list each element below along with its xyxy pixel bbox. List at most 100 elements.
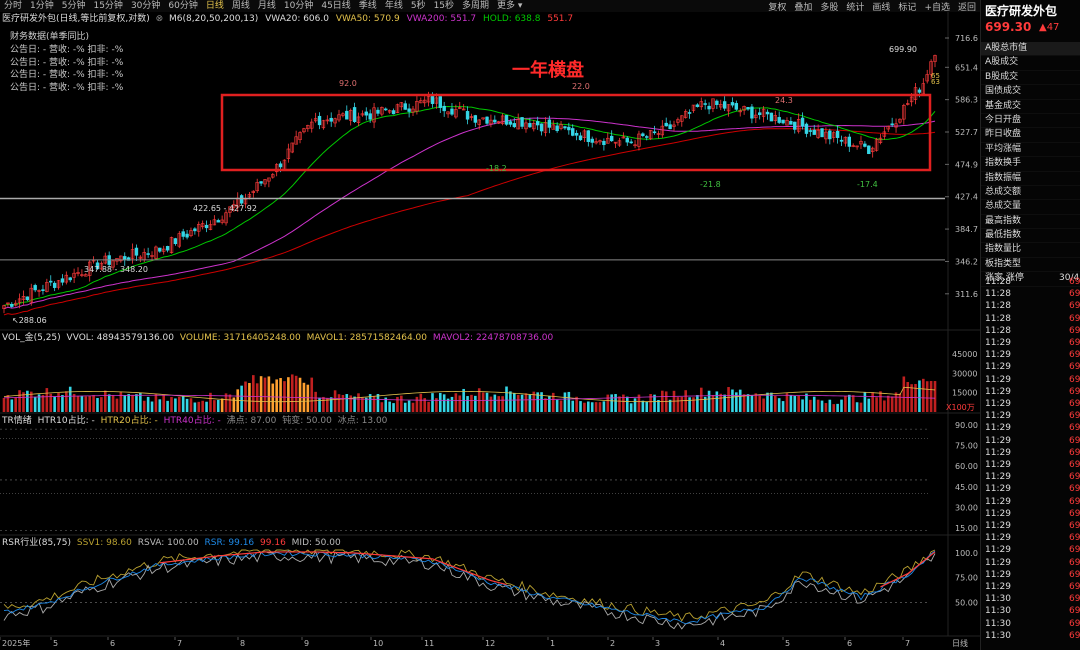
tr-header: TR情绪 HTR10占比: - HTR20占比: - HTR40占比: - 沸点… <box>2 416 387 427</box>
tick-time: 11:29 <box>985 496 1011 507</box>
candle-body <box>563 126 567 129</box>
x-axis-label: 11 <box>424 639 434 648</box>
volume-bar <box>894 392 898 412</box>
stat-item[interactable]: 板指类型 <box>981 258 1080 273</box>
range-annotation: 一年横盘 <box>512 60 584 81</box>
tick-time: 11:29 <box>985 447 1011 458</box>
tick-row: 11:29 69 <box>981 338 1080 350</box>
stat-item[interactable]: 平均涨幅 <box>981 143 1080 158</box>
volume-bar <box>170 397 173 412</box>
stat-item[interactable]: 昨日收盘 <box>981 128 1080 143</box>
stat-item[interactable]: 最低指数 <box>981 229 1080 244</box>
candle-body <box>384 108 388 111</box>
candle-body <box>765 111 770 115</box>
volume-bar <box>88 395 91 412</box>
tick-row: 11:28 69 <box>981 314 1080 326</box>
tick-time: 11:29 <box>985 435 1011 446</box>
volume-bar <box>727 387 730 412</box>
volume-bar <box>10 399 14 412</box>
volume-value: VOLUME: 31716405248.00 <box>179 333 301 343</box>
volume-bar <box>372 396 376 412</box>
volume-bar <box>115 398 119 412</box>
volume-bar <box>252 375 255 412</box>
ssv1-line <box>3 549 936 622</box>
volume-bar <box>883 400 886 412</box>
volume-bar <box>185 398 189 412</box>
volume-bar <box>587 401 590 412</box>
vol-axis-label: 30000 <box>952 369 977 378</box>
tick-price: 69 <box>1069 399 1080 409</box>
volume-bar <box>61 395 64 412</box>
stat-item[interactable]: 指数量比 <box>981 243 1080 258</box>
tick-time: 11:29 <box>985 521 1011 531</box>
volume-bar <box>166 400 169 412</box>
candle-body <box>793 121 797 130</box>
tick-row: 11:29 69 <box>981 387 1080 399</box>
volume-bar <box>72 393 76 412</box>
rsr-axis-label: 50.00 <box>955 598 978 607</box>
volume-bar <box>18 390 21 412</box>
stat-item[interactable]: 总成交额 <box>981 186 1080 201</box>
stat-item[interactable]: 指数换手 <box>981 157 1080 172</box>
volume-bar <box>213 400 216 412</box>
volume-bar <box>625 396 629 412</box>
tick-price: 69 <box>1069 460 1080 470</box>
tick-time: 11:30 <box>985 630 1011 641</box>
candle-body <box>134 247 139 256</box>
tick-price: 69 <box>1069 447 1080 458</box>
tick-row: 11:29 69 <box>981 399 1080 411</box>
volume-bar <box>641 400 645 412</box>
tick-price: 69 <box>1069 594 1080 605</box>
candle-body <box>485 116 489 124</box>
candle-body <box>847 136 852 147</box>
stat-item[interactable]: 总成交量 <box>981 200 1080 215</box>
volume-bar <box>816 399 820 412</box>
x-axis-label: 3 <box>655 639 660 648</box>
y-axis-label: 527.7 <box>955 128 978 137</box>
candle-body <box>317 115 322 126</box>
tick-price: 69 <box>1069 533 1080 544</box>
x-axis-label: 4 <box>720 639 725 648</box>
stat-item[interactable]: 国债成交 <box>981 85 1080 100</box>
candle-body <box>407 108 411 112</box>
rsr2-value: 99.16 <box>260 538 286 548</box>
candle-body <box>574 132 579 136</box>
stat-item[interactable]: A股总市值 <box>981 42 1080 57</box>
candle-body <box>800 117 805 127</box>
volume-bar <box>318 397 321 412</box>
stat-item[interactable]: 今日开盘 <box>981 114 1080 129</box>
volume-bar <box>493 394 497 412</box>
tick-row: 11:29 69 <box>981 582 1080 594</box>
tick-price: 69 <box>1069 386 1080 397</box>
index-price: 699.30 <box>985 20 1032 34</box>
candle-body <box>173 238 178 245</box>
volume-bar <box>762 398 765 412</box>
volume-bar <box>610 394 613 412</box>
candle-body <box>602 140 606 146</box>
tick-price: 69 <box>1069 484 1080 495</box>
volume-bar <box>119 391 123 412</box>
candle-body <box>493 119 497 123</box>
vol-label: VOL_金(5,25) <box>2 333 61 343</box>
side-label: 63 <box>931 78 940 86</box>
volume-bar <box>380 402 384 412</box>
tick-price: 69 <box>1069 557 1080 568</box>
volume-bar <box>890 396 894 412</box>
stat-item[interactable]: A股成交 <box>981 56 1080 71</box>
stat-item[interactable]: 最高指数 <box>981 215 1080 230</box>
stat-item[interactable]: 指数振幅 <box>981 172 1080 186</box>
volume-bar <box>201 400 204 412</box>
volume-bar <box>871 392 874 412</box>
volume-bar <box>844 395 847 412</box>
tr-axis-label: 75.00 <box>955 442 978 451</box>
candle-body <box>352 107 357 122</box>
stat-item[interactable]: B股成交 <box>981 71 1080 86</box>
stat-item[interactable]: 基金成交 <box>981 100 1080 114</box>
volume-bar <box>263 377 267 412</box>
volume-bar <box>750 394 754 412</box>
volume-bar <box>150 401 154 412</box>
volume-bar <box>80 395 84 412</box>
volume-bar <box>832 404 836 412</box>
candle-body <box>165 246 170 251</box>
tick-time: 11:30 <box>985 594 1011 605</box>
